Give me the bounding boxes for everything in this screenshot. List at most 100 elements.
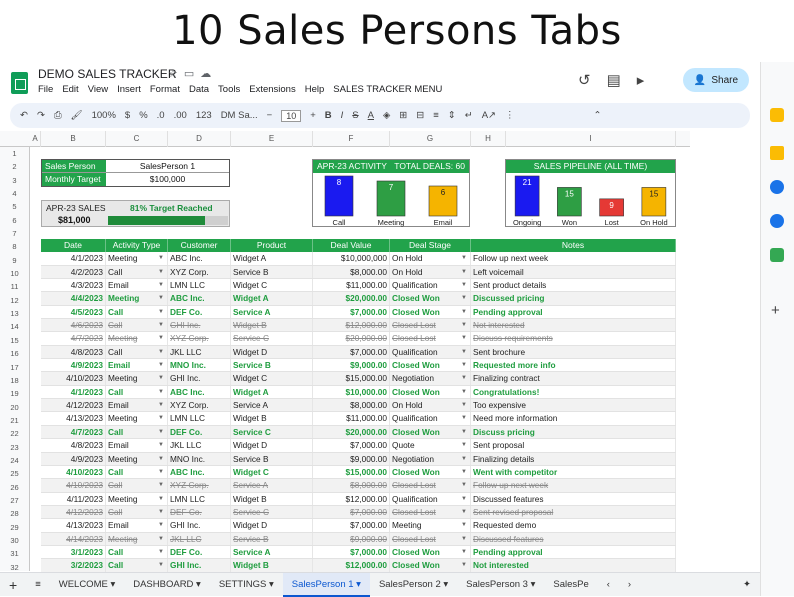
column-header-d[interactable]: D bbox=[168, 131, 231, 147]
dropdown-arrow-icon[interactable]: ▼ bbox=[158, 346, 164, 358]
menu-item-file[interactable]: File bbox=[38, 84, 53, 95]
table-cell[interactable]: $12,000.00 bbox=[313, 492, 390, 505]
table-cell[interactable]: GHI Inc. bbox=[168, 319, 231, 332]
table-cell[interactable]: Meeting ▼ bbox=[106, 412, 168, 425]
table-cell[interactable]: Closed Lost ▼ bbox=[390, 505, 471, 519]
decrease-decimal-button[interactable]: .0 bbox=[157, 110, 165, 121]
table-row[interactable]: 4/8/2023 Email ▼ JKL LLC Widget D $7,000.00 Qu… bbox=[41, 439, 676, 453]
table-cell[interactable]: 4/7/2023 bbox=[41, 425, 106, 439]
table-cell[interactable]: Widget B bbox=[231, 319, 313, 332]
table-row[interactable]: 4/13/2023 Meeting ▼ LMN LLC Widget B $11,000.… bbox=[41, 412, 676, 426]
dropdown-arrow-icon[interactable]: ▼ bbox=[461, 292, 467, 304]
table-row[interactable]: 4/14/2023 Meeting ▼ JKL LLC Service B $9,000.… bbox=[41, 532, 676, 546]
table-cell[interactable]: Negotiation ▼ bbox=[390, 372, 471, 385]
table-cell[interactable]: 4/11/2023 bbox=[41, 492, 106, 505]
row-header[interactable]: 4 bbox=[0, 187, 29, 200]
dropdown-arrow-icon[interactable]: ▼ bbox=[461, 479, 467, 491]
menu-item-edit[interactable]: Edit bbox=[62, 84, 78, 95]
menu-item-tools[interactable]: Tools bbox=[218, 84, 240, 95]
table-cell[interactable]: $8,000.00 bbox=[313, 399, 390, 412]
table-cell[interactable]: Left voicemail bbox=[471, 265, 676, 279]
cloud-icon[interactable]: ☁ bbox=[200, 68, 217, 80]
dropdown-arrow-icon[interactable]: ▼ bbox=[461, 453, 467, 465]
table-cell[interactable]: XYZ Corp. bbox=[168, 399, 231, 412]
table-cell[interactable]: Congratulations! bbox=[471, 385, 676, 399]
column-header-e[interactable]: E bbox=[231, 131, 313, 147]
table-row[interactable]: 3/2/2023 Call ▼ GHI Inc. Widget B $12,000.00 C… bbox=[41, 559, 676, 573]
menu-item-data[interactable]: Data bbox=[189, 84, 209, 95]
table-cell[interactable]: Email ▼ bbox=[106, 519, 168, 532]
row-header[interactable]: 27 bbox=[0, 494, 29, 507]
table-cell[interactable]: Discussed features bbox=[471, 492, 676, 505]
row-header[interactable]: 30 bbox=[0, 534, 29, 547]
row-header[interactable]: 2 bbox=[0, 160, 29, 173]
column-header-deal-value[interactable]: Deal Value bbox=[313, 239, 390, 253]
dropdown-arrow-icon[interactable]: ▼ bbox=[158, 292, 164, 304]
table-cell[interactable]: Widget A bbox=[231, 292, 313, 305]
row-header[interactable]: 24 bbox=[0, 454, 29, 467]
row-header[interactable]: 13 bbox=[0, 307, 29, 320]
table-cell[interactable]: Follow up next week bbox=[471, 252, 676, 265]
table-cell[interactable]: Call ▼ bbox=[106, 479, 168, 492]
font-select[interactable]: DM Sa... bbox=[221, 110, 258, 121]
dropdown-arrow-icon[interactable]: ▼ bbox=[461, 372, 467, 384]
table-cell[interactable]: 4/14/2023 bbox=[41, 532, 106, 545]
table-cell[interactable]: Widget D bbox=[231, 439, 313, 452]
table-cell[interactable]: 4/9/2023 bbox=[41, 452, 106, 465]
dropdown-arrow-icon[interactable]: ▼ bbox=[158, 519, 164, 531]
table-cell[interactable]: Not interested bbox=[471, 319, 676, 332]
table-cell[interactable]: Call ▼ bbox=[106, 345, 168, 359]
meet-icon[interactable]: ▸ bbox=[637, 71, 645, 89]
row-header[interactable]: 8 bbox=[0, 240, 29, 253]
table-cell[interactable]: Service A bbox=[231, 479, 313, 492]
table-cell[interactable]: Call ▼ bbox=[106, 425, 168, 439]
table-cell[interactable]: Call ▼ bbox=[106, 559, 168, 572]
menu-item-extensions[interactable]: Extensions bbox=[249, 84, 295, 95]
table-cell[interactable]: MNO Inc. bbox=[168, 452, 231, 465]
align-icon[interactable]: ≡ bbox=[433, 110, 439, 121]
row-header[interactable]: 25 bbox=[0, 467, 29, 480]
table-row[interactable]: 4/9/2023 Email ▼ MNO Inc. Service B $9,000.00… bbox=[41, 359, 676, 373]
column-header-i[interactable]: I bbox=[506, 131, 676, 147]
table-cell[interactable]: $7,000.00 bbox=[313, 505, 390, 519]
history-icon[interactable]: ↺ bbox=[578, 71, 591, 89]
table-cell[interactable]: On Hold ▼ bbox=[390, 399, 471, 412]
table-cell[interactable]: DEF Co. bbox=[168, 545, 231, 559]
table-row[interactable]: 4/5/2023 Call ▼ DEF Co. Service A $7,000.00 Cl… bbox=[41, 305, 676, 320]
table-cell[interactable]: Closed Won ▼ bbox=[390, 292, 471, 305]
table-cell[interactable]: Quote ▼ bbox=[390, 439, 471, 452]
table-row[interactable]: 4/1/2023 Call ▼ ABC Inc. Widget A $10,000.00 C… bbox=[41, 385, 676, 400]
row-header[interactable]: 10 bbox=[0, 267, 29, 280]
table-cell[interactable]: 3/2/2023 bbox=[41, 559, 106, 572]
sheets-logo-icon[interactable] bbox=[11, 72, 28, 94]
dropdown-arrow-icon[interactable]: ▼ bbox=[461, 306, 467, 318]
table-cell[interactable]: Meeting ▼ bbox=[106, 252, 168, 265]
row-header[interactable]: 20 bbox=[0, 401, 29, 414]
column-header-a[interactable]: A bbox=[30, 131, 41, 147]
table-cell[interactable]: Sent proposal bbox=[471, 439, 676, 452]
row-header[interactable]: 11 bbox=[0, 280, 29, 293]
table-cell[interactable]: Discuss requirements bbox=[471, 332, 676, 345]
table-cell[interactable]: Widget C bbox=[231, 372, 313, 385]
tabs-scroll-right-icon[interactable]: › bbox=[619, 573, 640, 597]
row-header[interactable]: 28 bbox=[0, 507, 29, 520]
menu-item-view[interactable]: View bbox=[88, 84, 108, 95]
table-cell[interactable]: Widget B bbox=[231, 412, 313, 425]
table-cell[interactable]: Widget A bbox=[231, 252, 313, 265]
table-cell[interactable]: Widget A bbox=[231, 385, 313, 399]
column-header-c[interactable]: C bbox=[106, 131, 168, 147]
table-cell[interactable]: $7,000.00 bbox=[313, 519, 390, 532]
table-row[interactable]: 4/10/2023 Call ▼ XYZ Corp. Service A $8,000.0… bbox=[41, 479, 676, 493]
table-cell[interactable]: Closed Lost ▼ bbox=[390, 532, 471, 545]
dropdown-arrow-icon[interactable]: ▼ bbox=[158, 453, 164, 465]
table-cell[interactable]: 4/2/2023 bbox=[41, 265, 106, 279]
tasks-icon[interactable] bbox=[770, 180, 784, 194]
italic-icon[interactable]: I bbox=[341, 110, 344, 121]
table-cell[interactable]: MNO Inc. bbox=[168, 359, 231, 372]
sheet-tab-salesperson-2[interactable]: SalesPerson 2 ▾ bbox=[370, 573, 457, 597]
dropdown-arrow-icon[interactable]: ▼ bbox=[461, 266, 467, 278]
dropdown-arrow-icon[interactable]: ▼ bbox=[158, 479, 164, 491]
row-header[interactable]: 29 bbox=[0, 521, 29, 534]
dropdown-arrow-icon[interactable]: ▼ bbox=[461, 252, 467, 264]
dropdown-arrow-icon[interactable]: ▼ bbox=[461, 332, 467, 344]
